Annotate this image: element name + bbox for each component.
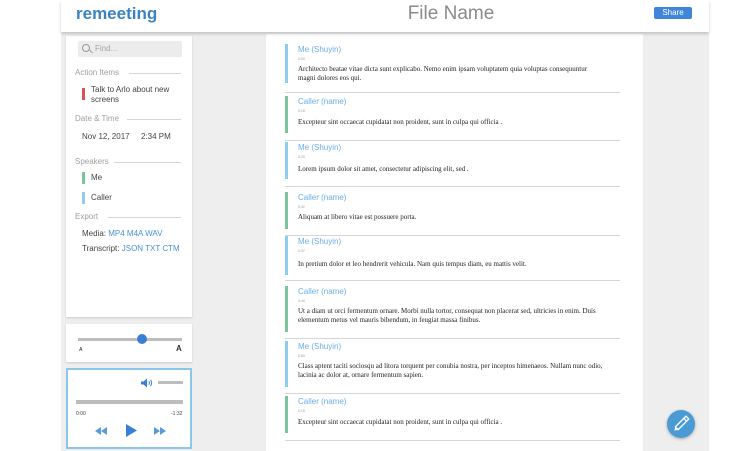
speaker-color-bar — [285, 96, 288, 133]
date-value: Nov 12, 2017 — [82, 132, 130, 141]
transcript-entry[interactable]: Caller (name) 0:32 Aliquam at libero vit… — [285, 192, 620, 236]
utterance-text[interactable]: Ut a diam ut orci fermentum ornare. Morb… — [298, 307, 603, 325]
speaker-color-bar — [285, 236, 288, 275]
speaker-name[interactable]: Me (Shuyin) — [298, 45, 341, 54]
top-bar: remeeting File Name Share — [61, 0, 709, 32]
timestamp[interactable]: 0:15 — [298, 409, 305, 413]
file-name-title[interactable]: File Name — [361, 3, 541, 25]
speaker-color-bar — [285, 44, 288, 83]
export-heading: Export — [75, 212, 99, 221]
divider — [108, 217, 181, 218]
fast-forward-icon[interactable] — [154, 427, 166, 435]
progress-bar[interactable] — [76, 400, 183, 404]
speaker-name[interactable]: Caller (name) — [298, 193, 346, 202]
utterance-text[interactable]: Architecto beatae vitae dicta sunt expli… — [298, 65, 603, 83]
transcript-entry[interactable]: Me (Shuyin) 0:50 Class aptent taciti soc… — [285, 341, 620, 394]
timestamp[interactable]: 0:00 — [298, 57, 305, 61]
search-placeholder: Find... — [95, 44, 118, 53]
timestamp[interactable]: 0:32 — [298, 205, 305, 209]
text-size-panel: A A — [66, 324, 192, 362]
speaker-color-bar — [285, 142, 288, 179]
speaker-caller-label[interactable]: Caller — [91, 193, 112, 203]
speaker-me-label[interactable]: Me — [91, 173, 102, 183]
speaker-icon[interactable] — [141, 378, 153, 388]
speaker-name[interactable]: Me (Shuyin) — [298, 143, 341, 152]
divider — [114, 162, 181, 163]
divider — [285, 338, 620, 339]
speaker-color-bar — [285, 286, 288, 332]
pencil-icon — [674, 415, 690, 431]
speaker-name[interactable]: Caller (name) — [298, 287, 346, 296]
divider — [285, 280, 620, 281]
text-size-slider-knob[interactable] — [137, 334, 148, 344]
sidebar-panel: Find... Action Items Talk to Arlo about … — [66, 36, 192, 317]
transcript-entry[interactable]: Me (Shuyin) 0:37 In pretium dolor et leo… — [285, 236, 620, 281]
transcript-entry[interactable]: Me (Shuyin) 0:20 Lorem ipsum dolor sit a… — [285, 142, 620, 187]
utterance-text[interactable]: Lorem ipsum dolor sit amet, consectetur … — [298, 165, 603, 174]
speaker-color-bar — [285, 341, 288, 387]
transcript-formats-link[interactable]: JSON TXT CTM — [122, 244, 180, 253]
timestamp[interactable]: 0:37 — [298, 249, 305, 253]
divider — [127, 119, 181, 120]
date-time-heading: Date & Time — [75, 114, 120, 123]
divider — [285, 92, 620, 93]
timestamp[interactable]: 0:20 — [298, 155, 305, 159]
play-icon[interactable] — [126, 424, 137, 437]
edit-button[interactable] — [667, 410, 695, 438]
speakers-heading: Speakers — [75, 157, 109, 166]
large-text-label: A — [176, 344, 182, 353]
speaker-me-color — [82, 172, 85, 184]
divider — [285, 140, 620, 141]
search-input[interactable]: Find... — [78, 41, 182, 57]
media-formats-link[interactable]: MP4 M4A WAV — [108, 229, 162, 238]
transcript-entry[interactable]: Caller (name) 0:40 Ut a diam ut orci fer… — [285, 286, 620, 339]
search-icon — [82, 44, 90, 52]
timestamp[interactable]: 0:40 — [298, 299, 305, 303]
audio-player: 0:00 -1:32 — [66, 368, 192, 449]
rewind-icon[interactable] — [95, 427, 107, 435]
speaker-name[interactable]: Me (Shuyin) — [298, 237, 341, 246]
utterance-text[interactable]: Excepteur sint occaecat cupidatat non pr… — [298, 418, 603, 427]
transcript-label: Transcript: — [82, 244, 120, 253]
media-label: Media: — [82, 229, 107, 238]
action-item-color — [82, 88, 85, 100]
divider — [285, 393, 620, 394]
share-button[interactable]: Share — [654, 7, 692, 19]
transcript-entry[interactable]: Me (Shuyin) 0:00 Architecto beatae vitae… — [285, 44, 620, 93]
timestamp[interactable]: 0:15 — [298, 109, 305, 113]
current-time: 0:00 — [76, 411, 86, 417]
volume-bar[interactable] — [158, 381, 183, 384]
speaker-color-bar — [285, 192, 288, 229]
small-text-label: A — [79, 347, 83, 353]
speaker-name[interactable]: Me (Shuyin) — [298, 342, 341, 351]
transcript-entry[interactable]: Caller (name) 0:15 Excepteur sint occaec… — [285, 96, 620, 141]
speaker-name[interactable]: Caller (name) — [298, 97, 346, 106]
export-transcript-row: Transcript: JSON TXT CTM — [82, 244, 180, 254]
timestamp[interactable]: 0:50 — [298, 354, 305, 358]
time-value: 2:34 PM — [141, 132, 171, 141]
divider — [285, 186, 620, 187]
utterance-text[interactable]: Excepteur sint occaecat cupidatat non pr… — [298, 118, 603, 127]
brand-logo[interactable]: remeeting — [76, 4, 157, 24]
text-size-slider[interactable] — [78, 338, 182, 341]
utterance-text[interactable]: Aliquam at libero vitae est possuere por… — [298, 213, 603, 222]
action-items-heading: Action Items — [75, 68, 120, 77]
app-window: remeeting File Name Share Find... Action… — [61, 0, 709, 451]
divider — [285, 440, 620, 441]
remaining-time: -1:32 — [171, 411, 183, 417]
transcript-panel: Me (Shuyin) 0:00 Architecto beatae vitae… — [266, 34, 643, 451]
utterance-text[interactable]: In pretium dolor et leo hendrerit vehicu… — [298, 260, 603, 269]
speaker-color-bar — [285, 396, 288, 433]
action-item-text[interactable]: Talk to Arlo about new screens — [91, 85, 183, 105]
speaker-name[interactable]: Caller (name) — [298, 397, 346, 406]
utterance-text[interactable]: Class aptent taciti sociosqu ad litora t… — [298, 362, 603, 380]
export-media-row: Media: MP4 M4A WAV — [82, 229, 162, 239]
divider — [129, 73, 181, 74]
transcript-entry[interactable]: Caller (name) 0:15 Excepteur sint occaec… — [285, 396, 620, 441]
speaker-caller-color — [82, 192, 85, 204]
